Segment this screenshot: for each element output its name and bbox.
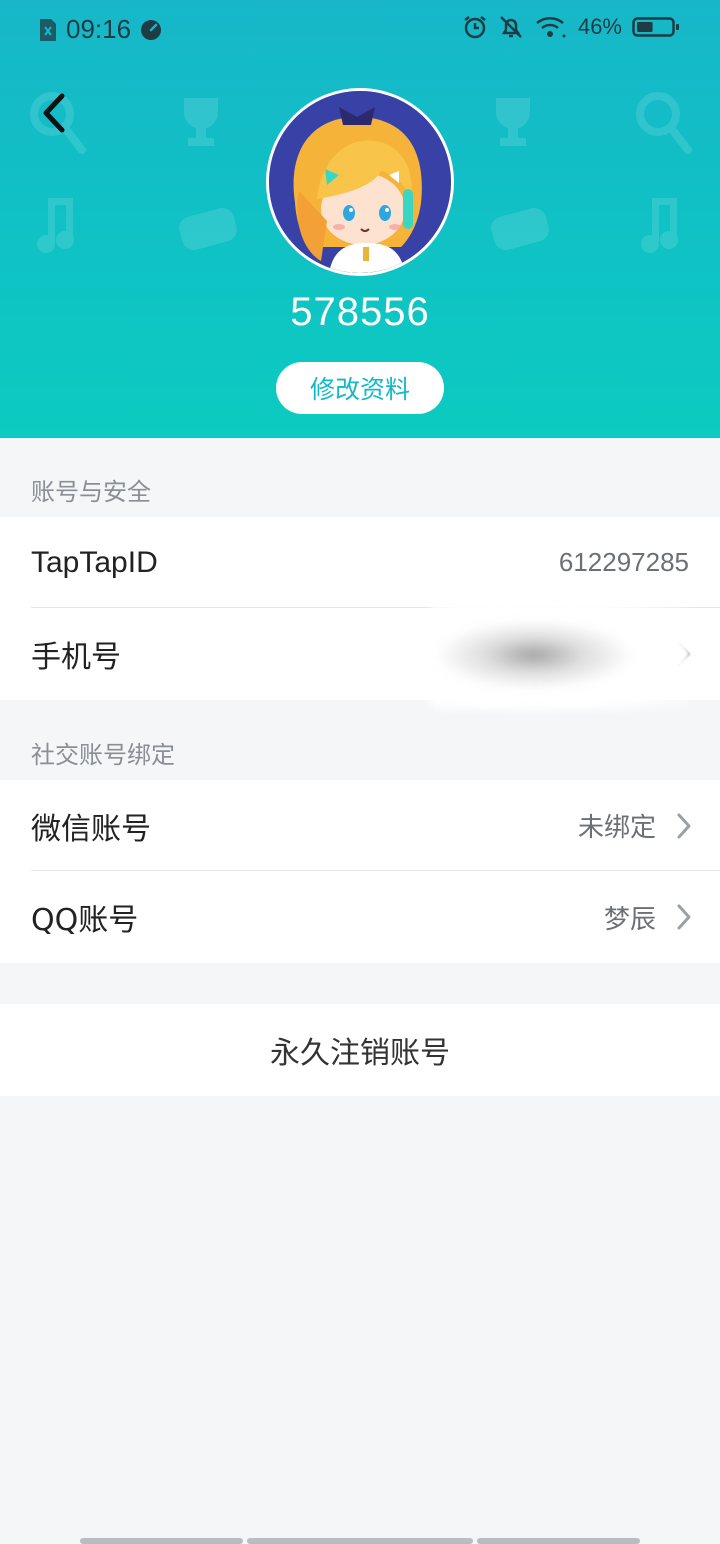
music-note-pattern-icon-2: [641, 198, 678, 253]
profile-header: 09:16 46% 578556 修改资料: [0, 0, 720, 438]
wechat-label: 微信账号: [31, 811, 151, 847]
battery-icon: [632, 17, 679, 37]
section-title-social-binding: 社交账号绑定: [31, 741, 175, 769]
taptap-id-row[interactable]: TapTapID 612297285: [0, 517, 720, 608]
mute-bell-icon: [500, 16, 522, 38]
speed-meter-icon: [141, 19, 162, 40]
chevron-left-icon: [43, 93, 65, 133]
chevron-right-icon: [677, 813, 691, 838]
status-time: 09:16: [66, 14, 132, 44]
avatar-character-image: [269, 91, 451, 273]
nav-gesture-bar-right[interactable]: [477, 1538, 640, 1544]
phone-label: 手机号: [31, 640, 121, 675]
alarm-icon: [464, 16, 486, 39]
username: 578556: [290, 290, 430, 334]
delete-account-button[interactable]: 永久注销账号: [0, 1004, 720, 1096]
gamepad-pattern-icon: [179, 208, 237, 250]
sim-card-icon: [40, 18, 56, 41]
qq-row[interactable]: QQ账号 梦辰: [0, 871, 720, 963]
avatar[interactable]: [266, 88, 454, 276]
battery-percent: 46%: [577, 14, 622, 39]
wechat-status: 未绑定: [577, 813, 656, 843]
chevron-right-icon: [677, 904, 691, 930]
delete-account-label: 永久注销账号: [270, 1036, 450, 1071]
nav-gesture-bar-center[interactable]: [247, 1538, 473, 1544]
trophy-pattern-icon-2: [496, 98, 530, 146]
qq-label: QQ账号: [31, 903, 139, 938]
status-bar: 09:16 46%: [0, 0, 720, 58]
redacted-phone-number: [430, 600, 690, 710]
section-title-account-security: 账号与安全: [31, 478, 151, 506]
nav-gesture-bar-left[interactable]: [80, 1538, 243, 1544]
taptap-id-value: 612297285: [558, 547, 689, 577]
wifi-icon: [536, 16, 566, 38]
music-note-pattern-icon: [37, 198, 74, 253]
wechat-row[interactable]: 微信账号 未绑定: [0, 780, 720, 871]
trophy-pattern-icon: [184, 98, 218, 146]
back-button[interactable]: [36, 90, 76, 136]
taptap-id-label: TapTapID: [31, 545, 158, 579]
magnifier-pattern-icon-2: [636, 92, 692, 154]
gamepad-pattern-icon-2: [491, 208, 549, 250]
edit-profile-button[interactable]: 修改资料: [276, 362, 444, 414]
qq-nickname: 梦辰: [603, 904, 656, 935]
